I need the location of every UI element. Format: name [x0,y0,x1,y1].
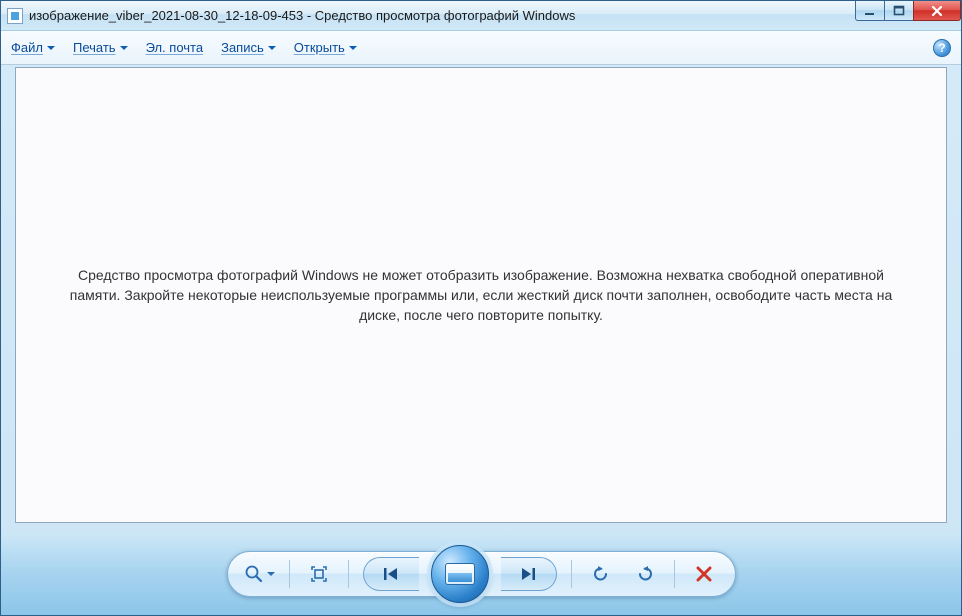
error-message: Средство просмотра фотографий Windows не… [56,265,906,326]
magnifier-icon [244,564,264,584]
window-controls [856,1,961,21]
menu-email[interactable]: Эл. почта [146,40,204,55]
fit-button[interactable] [304,559,334,589]
menubar: Файл Печать Эл. почта Запись Открыть ? [1,31,961,65]
rotate-cw-icon [635,564,655,584]
previous-icon [382,566,400,582]
rotate-ccw-icon [591,564,611,584]
fit-icon [309,564,329,584]
menu-print[interactable]: Печать [73,40,128,55]
chevron-down-icon [268,46,276,50]
help-button[interactable]: ? [933,39,951,57]
previous-button[interactable] [363,557,419,591]
next-icon [519,566,537,582]
chevron-down-icon [349,46,357,50]
footer [1,533,961,615]
zoom-button[interactable] [244,559,275,589]
titlebar: изображение_viber_2021-08-30_12-18-09-45… [1,1,961,31]
maximize-button[interactable] [884,1,914,21]
divider [571,560,572,588]
menu-burn[interactable]: Запись [221,40,276,55]
toolbar [227,551,736,597]
menu-open[interactable]: Открыть [294,40,357,55]
minimize-button[interactable] [855,1,885,21]
divider [674,560,675,588]
menu-email-label: Эл. почта [146,40,204,55]
app-icon [7,8,23,24]
image-viewport: Средство просмотра фотографий Windows не… [15,67,947,523]
rotate-cw-button[interactable] [630,559,660,589]
menu-file[interactable]: Файл [11,40,55,55]
chevron-down-icon [120,46,128,50]
maximize-icon [893,5,905,17]
close-icon [930,4,944,18]
slideshow-icon [445,563,475,585]
window-title: изображение_viber_2021-08-30_12-18-09-45… [29,8,961,23]
minimize-icon [864,5,876,17]
menu-burn-label: Запись [221,40,264,55]
delete-button[interactable] [689,559,719,589]
divider [348,560,349,588]
help-icon: ? [938,41,945,55]
next-button[interactable] [501,557,557,591]
delete-icon [695,565,713,583]
menu-print-label: Печать [73,40,116,55]
rotate-ccw-button[interactable] [586,559,616,589]
chevron-down-icon [267,572,275,576]
window: изображение_viber_2021-08-30_12-18-09-45… [0,0,962,616]
close-button[interactable] [913,1,961,21]
menu-file-label: Файл [11,40,43,55]
menu-open-label: Открыть [294,40,345,55]
divider [289,560,290,588]
chevron-down-icon [47,46,55,50]
slideshow-button[interactable] [431,545,489,603]
